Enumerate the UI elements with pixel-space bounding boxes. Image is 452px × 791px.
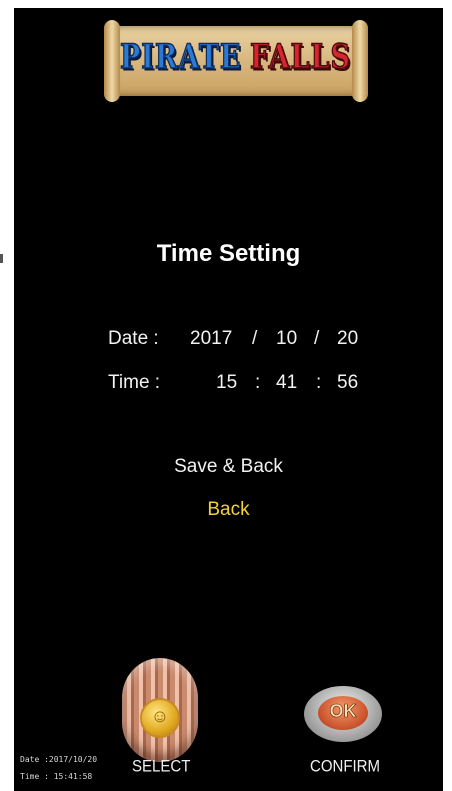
back-option[interactable]: Back xyxy=(14,499,443,521)
time-second-field[interactable]: 56 xyxy=(337,372,358,394)
logo-word-pirate: PIRATE xyxy=(119,37,242,77)
game-screen: PIRATE FALLS Time Setting Date : 2017 / … xyxy=(14,8,443,791)
date-year-field[interactable]: 2017 xyxy=(190,328,232,350)
date-separator-1: / xyxy=(252,328,258,349)
date-month-field[interactable]: 10 xyxy=(276,328,297,350)
ok-button-label: OK xyxy=(329,701,357,722)
select-knob-coin: ☺ xyxy=(142,700,178,736)
logo-scroll-end-left xyxy=(104,20,120,102)
logo-word-falls: FALLS xyxy=(249,37,352,77)
time-hour-field[interactable]: 15 xyxy=(216,372,237,394)
date-separator-2: / xyxy=(314,328,320,349)
ok-button-icon[interactable]: OK xyxy=(304,686,382,742)
status-time: Time : 15:41:58 xyxy=(20,772,93,781)
select-knob-icon[interactable]: ☺ xyxy=(122,658,198,762)
page-title: Time Setting xyxy=(156,240,301,267)
coin-face-icon: ☺ xyxy=(150,706,170,726)
save-and-back-option[interactable]: Save & Back xyxy=(14,456,443,478)
confirm-button-label: CONFIRM xyxy=(310,757,380,776)
time-label: Time : xyxy=(108,372,161,393)
time-separator-2: : xyxy=(316,372,322,393)
date-label: Date : xyxy=(108,328,159,349)
logo-scroll-end-right xyxy=(352,20,368,102)
time-separator-1: : xyxy=(255,372,261,393)
edge-marker xyxy=(0,254,3,263)
status-date: Date :2017/10/20 xyxy=(20,755,98,764)
date-day-field[interactable]: 20 xyxy=(337,328,358,350)
select-button-label: SELECT xyxy=(132,757,191,776)
pirate-falls-logo: PIRATE FALLS xyxy=(102,16,370,104)
time-minute-field[interactable]: 41 xyxy=(276,372,297,394)
